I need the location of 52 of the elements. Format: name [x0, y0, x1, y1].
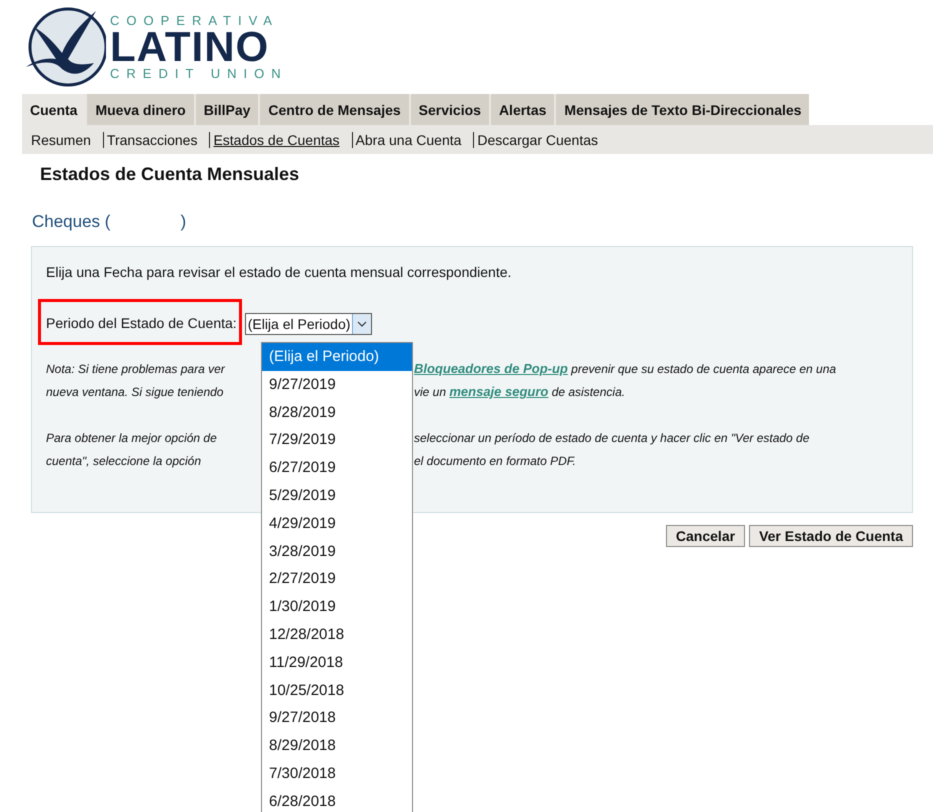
- nav-tab[interactable]: Centro de Mensajes: [258, 94, 409, 125]
- account-name: Cheques (: [32, 212, 110, 232]
- period-select[interactable]: (Elija el Periodo): [244, 313, 372, 335]
- action-button[interactable]: Cancelar: [666, 525, 746, 547]
- action-button[interactable]: Ver Estado de Cuenta: [749, 525, 913, 547]
- dropdown-option[interactable]: 1/30/2019: [262, 593, 412, 621]
- note-link[interactable]: Bloqueadores de Pop-up: [414, 361, 568, 376]
- note-text: seleccionar un período de estado de cuenta y hacer clic en "Ver estado de: [414, 430, 810, 444]
- dropdown-option[interactable]: 4/29/2019: [262, 510, 412, 538]
- subnav-link[interactable]: Estados de Cuentas: [209, 132, 346, 148]
- subnav-link[interactable]: Transacciones: [102, 132, 204, 148]
- nav-tab[interactable]: Servicios: [408, 94, 489, 125]
- subnav-link[interactable]: Descargar Cuentas: [473, 132, 604, 148]
- note-text: vie un: [414, 385, 448, 399]
- field-label: Periodo del Estado de Cuenta:: [46, 315, 237, 331]
- logo-wordmark: LATINO: [110, 27, 270, 67]
- nav-tab[interactable]: Mensajes de Texto Bi-Direccionales: [554, 94, 810, 125]
- dropdown-option[interactable]: 7/29/2019: [262, 426, 412, 454]
- nav-tab[interactable]: BillPay: [194, 94, 258, 125]
- note-text: de asistencia.: [550, 385, 626, 399]
- dropdown-option[interactable]: 9/27/2019: [262, 370, 412, 399]
- logo-tagline: COOPERATIVA: [110, 14, 280, 27]
- dropdown-option[interactable]: 7/30/2018: [262, 760, 412, 788]
- dropdown-option[interactable]: 10/25/2018: [262, 676, 412, 704]
- dropdown-option[interactable]: 8/28/2019: [262, 398, 412, 426]
- dropdown-option[interactable]: 8/29/2018: [262, 732, 412, 760]
- page-title: Estados de Cuenta Mensuales: [40, 164, 300, 185]
- dropdown-option[interactable]: 11/29/2018: [262, 648, 412, 677]
- logo-tagline: CREDIT UNION: [110, 67, 288, 80]
- dropdown-option[interactable]: 12/28/2018: [262, 620, 412, 649]
- chevron-down-icon: [357, 321, 368, 327]
- nav-tab[interactable]: Mueva dinero: [85, 94, 194, 125]
- dropdown-option[interactable]: (Elija el Periodo): [262, 343, 412, 371]
- nav-tab[interactable]: Alertas: [488, 94, 554, 125]
- subnav-link[interactable]: Abra una Cuenta: [352, 132, 468, 148]
- dropdown-option[interactable]: 2/27/2019: [262, 565, 412, 594]
- nav-tab[interactable]: Cuenta: [22, 94, 86, 125]
- note-text: prevenir que su estado de cuenta aparece en una: [570, 362, 836, 376]
- account-name: ): [180, 212, 186, 232]
- dropdown-option[interactable]: 6/27/2019: [262, 454, 412, 482]
- note-text: Para obtener la mejor opción de: [46, 430, 217, 444]
- subnav-link[interactable]: Resumen: [31, 132, 97, 148]
- dropdown-option[interactable]: 9/27/2018: [262, 704, 412, 732]
- note-text: el documento en formato PDF.: [414, 454, 576, 468]
- dropdown-option[interactable]: 5/29/2019: [262, 482, 412, 510]
- note-text: cuenta", seleccione la opción: [46, 454, 202, 468]
- note-text: nueva ventana. Si sigue teniendo: [46, 384, 224, 398]
- dropdown-option[interactable]: 3/28/2019: [262, 538, 412, 566]
- note-link[interactable]: mensaje seguro: [449, 384, 548, 399]
- dropdown-option[interactable]: 6/28/2018: [262, 788, 412, 812]
- instruction-text: Elija una Fecha para revisar el estado de cuenta mensual correspondiente.: [46, 264, 512, 280]
- note-text: Nota: Si tiene problemas para ver: [46, 362, 225, 376]
